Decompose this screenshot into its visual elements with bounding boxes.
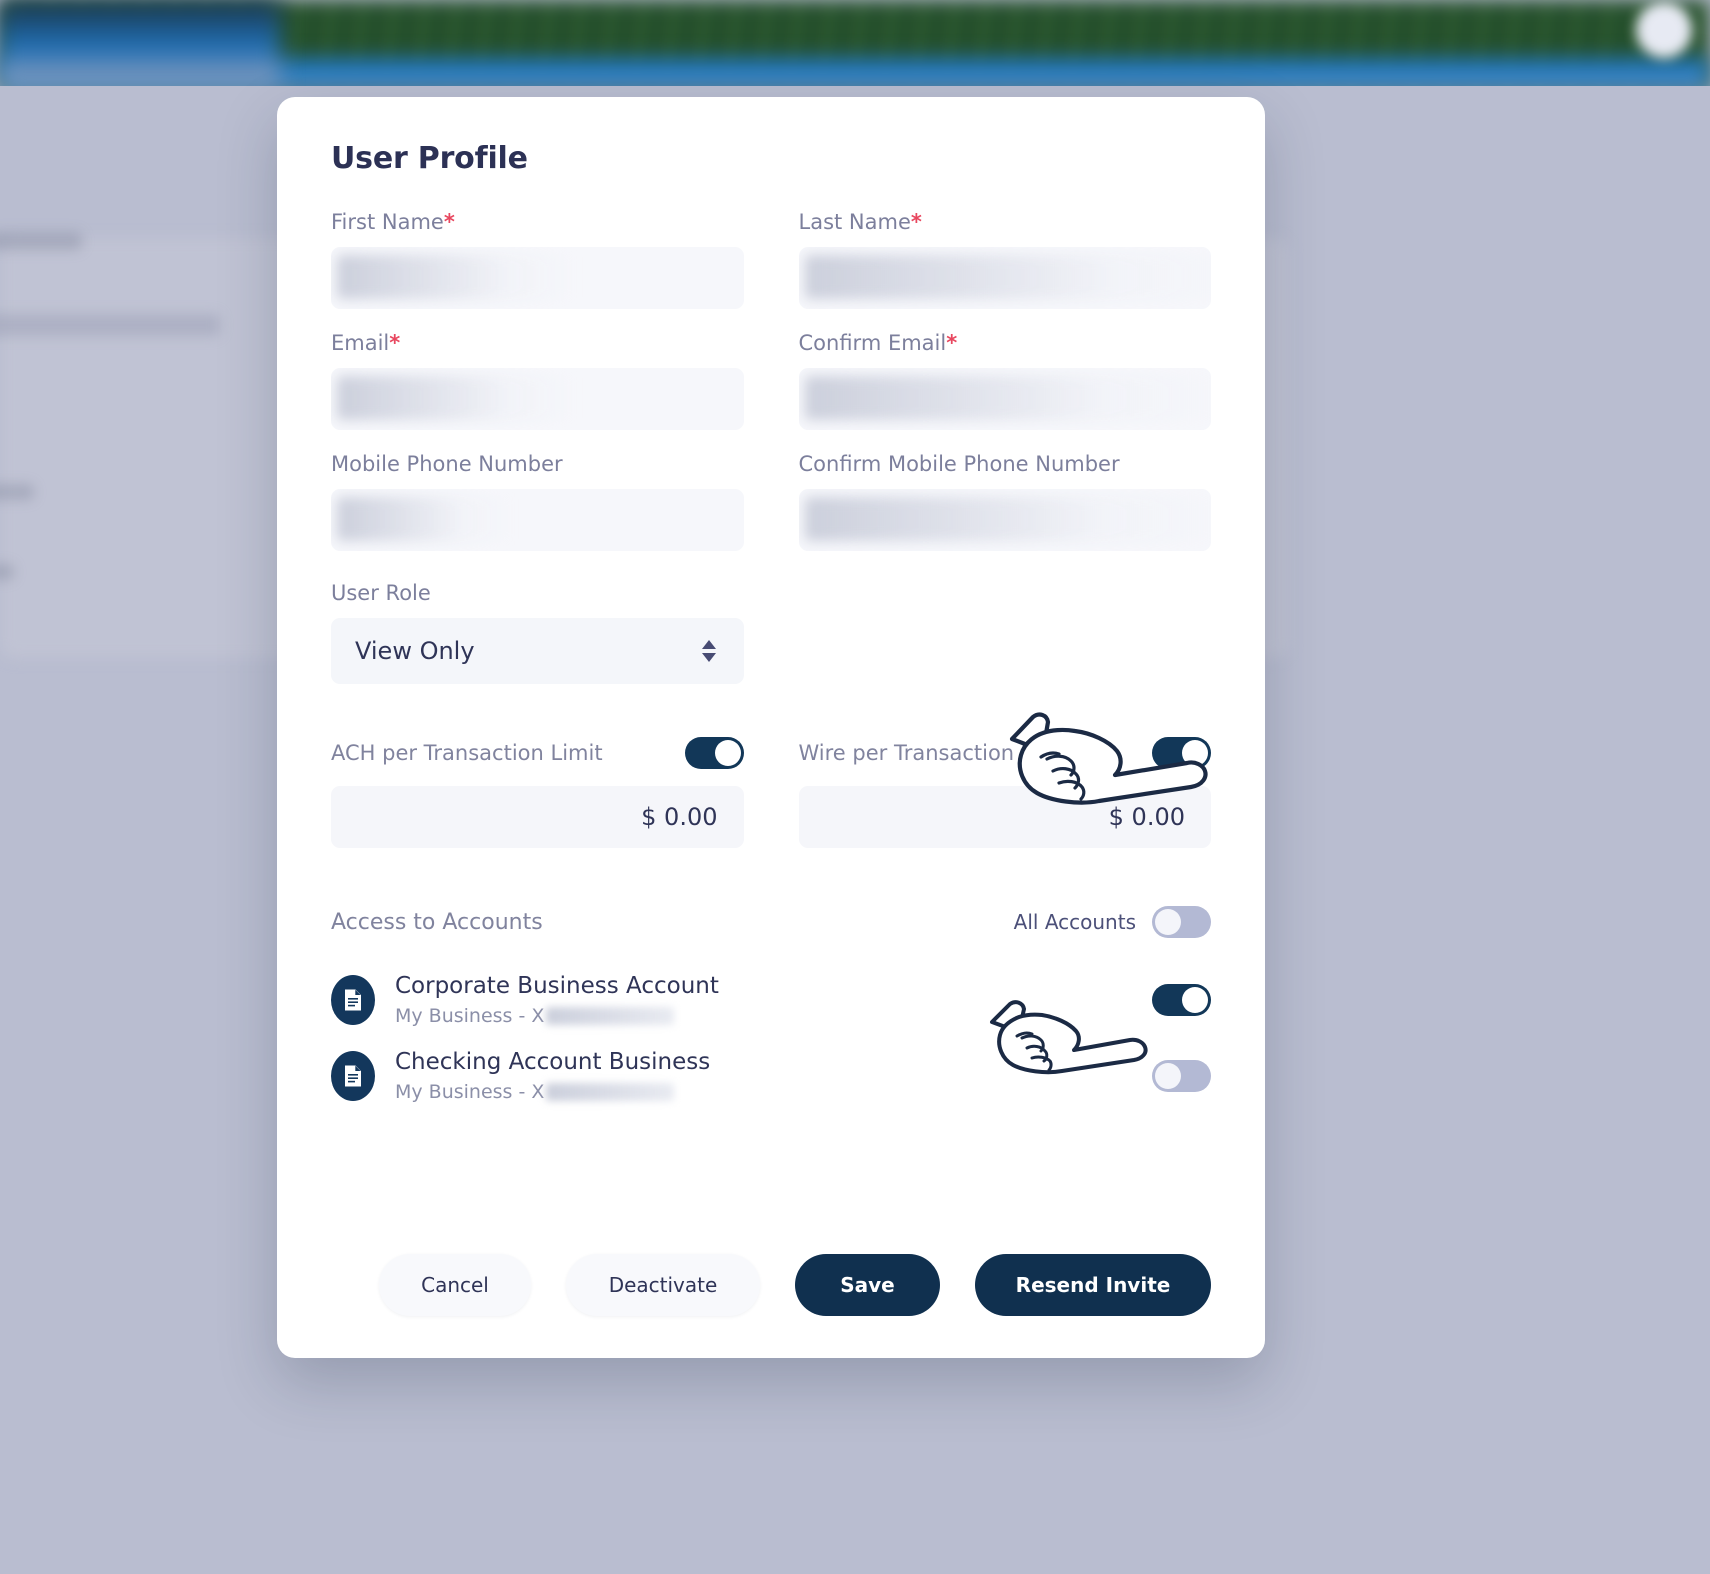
- name-row: First Name* Last Name*: [331, 210, 1211, 331]
- background-line-2: [0, 564, 14, 580]
- wire-limit-amount-value: $ 0.00: [1108, 803, 1185, 831]
- confirm-email-label: Confirm Email*: [799, 331, 1212, 355]
- account-access-toggle[interactable]: [1152, 1060, 1211, 1092]
- required-asterisk: *: [946, 331, 958, 355]
- access-to-accounts-title: Access to Accounts: [331, 909, 543, 935]
- first-name-label: First Name*: [331, 210, 744, 234]
- document-icon: [331, 1051, 375, 1101]
- user-role-label: User Role: [331, 581, 431, 605]
- confirm-mobile-phone-field: Confirm Mobile Phone Number: [798, 452, 1211, 551]
- redacted-value: [337, 255, 577, 299]
- ach-limit-group: ACH per Transaction Limit $ 0.00: [331, 736, 744, 848]
- transaction-limits-row: ACH per Transaction Limit $ 0.00 Wire pe…: [331, 736, 1211, 848]
- save-button[interactable]: Save: [795, 1254, 940, 1316]
- email-label: Email*: [331, 331, 744, 355]
- account-name: Checking Account Business: [395, 1049, 711, 1075]
- email-label-text: Email: [331, 331, 390, 355]
- account-subtitle: My Business - X: [395, 1005, 675, 1027]
- background-line-1: [0, 484, 34, 500]
- first-name-label-text: First Name: [331, 210, 444, 234]
- background-subheading: [0, 314, 220, 336]
- account-info: Checking Account Business My Business - …: [395, 1049, 1152, 1103]
- email-input[interactable]: [331, 368, 744, 430]
- first-name-field: First Name*: [331, 210, 744, 309]
- account-subtitle-masked-char: X: [531, 1005, 545, 1027]
- wire-limit-amount-input[interactable]: $ 0.00: [798, 786, 1211, 848]
- page-title: User Profile: [331, 141, 528, 176]
- wire-limit-group: Wire per Transaction Limit $ 0.00: [798, 736, 1211, 848]
- redacted-value: [337, 376, 577, 420]
- stepper-arrows-icon: [701, 640, 716, 662]
- confirm-mobile-phone-input[interactable]: [798, 489, 1211, 551]
- required-asterisk: *: [389, 331, 401, 355]
- user-role-row: User Role View Only: [331, 581, 1211, 706]
- confirm-email-input[interactable]: [798, 368, 1211, 430]
- confirm-mobile-phone-label: Confirm Mobile Phone Number: [798, 452, 1120, 476]
- account-number-masked: [546, 1007, 675, 1025]
- user-role-selected-value: View Only: [355, 637, 475, 665]
- last-name-input[interactable]: [798, 247, 1211, 309]
- redacted-value: [804, 255, 1211, 299]
- ach-limit-label: ACH per Transaction Limit: [331, 741, 603, 765]
- modal-footer: Cancel Deactivate Save Resend Invite: [331, 1254, 1211, 1316]
- mobile-phone-field: Mobile Phone Number: [331, 452, 744, 551]
- user-role-select[interactable]: View Only: [331, 618, 744, 684]
- confirm-email-label-text: Confirm Email: [798, 331, 947, 355]
- ach-limit-head: ACH per Transaction Limit: [331, 736, 744, 770]
- required-asterisk: *: [443, 210, 455, 234]
- last-name-label-text: Last Name: [798, 210, 911, 234]
- hero-banner-left-strip: [0, 0, 280, 86]
- account-subtitle-prefix: My Business -: [395, 1005, 532, 1027]
- avatar: [1636, 2, 1692, 58]
- document-icon: [331, 975, 375, 1025]
- mobile-phone-label: Mobile Phone Number: [331, 452, 563, 476]
- last-name-label: Last Name*: [799, 210, 1212, 234]
- account-access-toggle[interactable]: [1152, 984, 1211, 1016]
- all-accounts-label: All Accounts: [1013, 910, 1136, 934]
- wire-limit-toggle[interactable]: [1152, 737, 1211, 769]
- redacted-value: [804, 376, 1211, 420]
- user-profile-modal: User Profile First Name* Last Name* Emai…: [277, 97, 1265, 1358]
- account-info: Corporate Business Account My Business -…: [395, 973, 1152, 1027]
- background-heading: [0, 232, 82, 250]
- account-subtitle-prefix: My Business -: [395, 1081, 532, 1103]
- redacted-value: [337, 497, 512, 541]
- ach-limit-amount-value: $ 0.00: [641, 803, 718, 831]
- last-name-field: Last Name*: [798, 210, 1212, 309]
- user-role-spacer: [799, 581, 1212, 706]
- ach-limit-toggle[interactable]: [684, 737, 744, 769]
- cancel-button[interactable]: Cancel: [379, 1254, 531, 1316]
- email-row: Email* Confirm Email*: [331, 331, 1211, 452]
- all-accounts-toggle[interactable]: [1152, 906, 1211, 938]
- email-field: Email*: [331, 331, 744, 430]
- ach-limit-amount-input[interactable]: $ 0.00: [331, 786, 744, 848]
- access-to-accounts-section: Access to Accounts All Accounts Corporat…: [331, 906, 1211, 1114]
- phone-row: Mobile Phone Number Confirm Mobile Phone…: [331, 452, 1211, 573]
- confirm-email-field: Confirm Email*: [798, 331, 1212, 430]
- account-row: Corporate Business Account My Business -…: [331, 962, 1211, 1038]
- account-row: Checking Account Business My Business - …: [331, 1038, 1211, 1114]
- wire-limit-head: Wire per Transaction Limit: [798, 736, 1211, 770]
- redacted-value: [804, 497, 1211, 541]
- deactivate-button[interactable]: Deactivate: [566, 1254, 760, 1316]
- account-subtitle-masked-char: X: [531, 1081, 545, 1103]
- all-accounts-group: All Accounts: [1014, 906, 1211, 938]
- access-to-accounts-header: Access to Accounts All Accounts: [331, 906, 1211, 938]
- account-subtitle: My Business - X: [395, 1081, 675, 1103]
- mobile-phone-input[interactable]: [331, 489, 744, 551]
- user-role-field: User Role View Only: [331, 581, 744, 684]
- required-asterisk: *: [910, 210, 922, 234]
- first-name-input[interactable]: [331, 247, 744, 309]
- wire-limit-label: Wire per Transaction Limit: [798, 741, 1073, 765]
- resend-invite-button[interactable]: Resend Invite: [975, 1254, 1211, 1316]
- account-number-masked: [546, 1083, 675, 1101]
- account-name: Corporate Business Account: [395, 973, 719, 999]
